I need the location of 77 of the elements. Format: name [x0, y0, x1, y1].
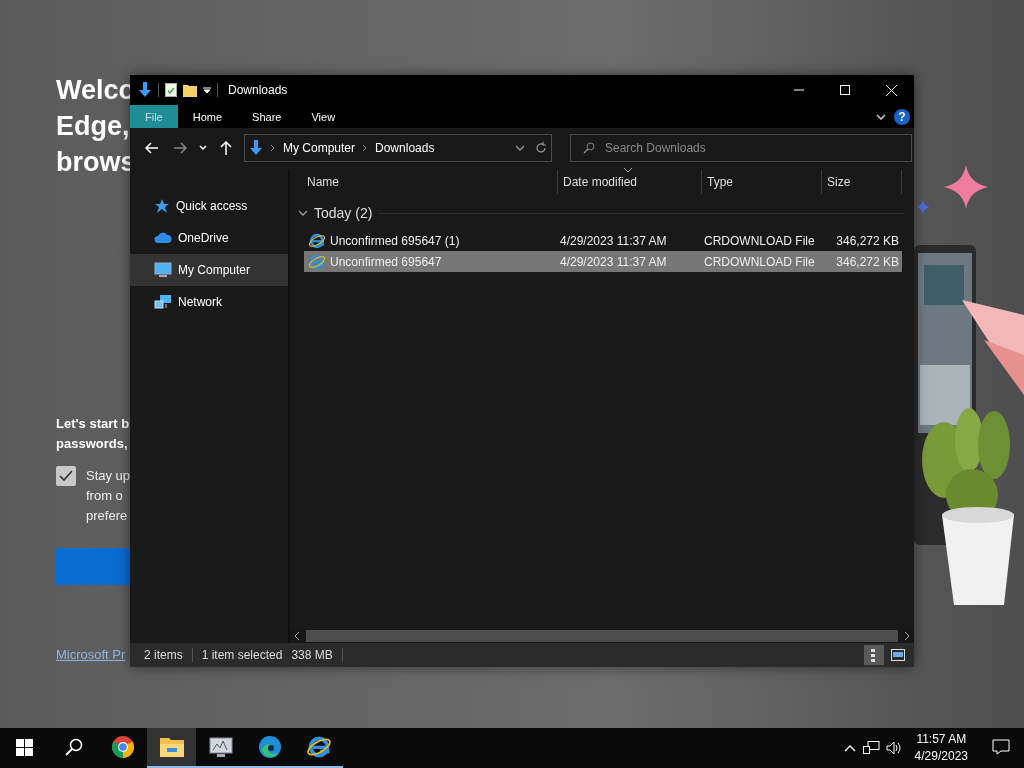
sparkle-icon	[916, 200, 930, 214]
file-row[interactable]: Unconfirmed 695647 4/29/2023 11:37 AM CRDOWNLOAD File 346,272 KB	[304, 251, 902, 272]
intro-text: passwords,	[56, 435, 129, 453]
cloud-icon	[154, 231, 172, 245]
intro-text: Let's start b	[56, 415, 130, 433]
computer-icon	[154, 262, 172, 278]
column-header[interactable]: Type	[702, 170, 822, 194]
address-bar[interactable]: My Computer Downloads	[244, 134, 552, 162]
clock[interactable]: 11:57 AM 4/29/2023	[904, 731, 978, 765]
checkbox-label: prefere	[86, 507, 129, 525]
refresh-icon[interactable]	[535, 142, 547, 154]
ie-icon	[305, 734, 332, 760]
status-text: 2 items	[144, 648, 183, 662]
window-title: Downloads	[228, 83, 288, 97]
details-view-button[interactable]	[864, 645, 884, 665]
file-name: Unconfirmed 695647	[330, 254, 442, 269]
status-text: 1 item selected	[201, 648, 283, 662]
group-header[interactable]: Today (2)	[314, 205, 373, 221]
nav-item[interactable]: My Computer	[130, 254, 288, 286]
checkbox-label: from o	[86, 487, 124, 505]
folder-icon[interactable]	[183, 83, 197, 97]
ie-file-icon	[308, 252, 326, 271]
search-box[interactable]: Search Downloads	[570, 134, 912, 162]
nav-item[interactable]: Network	[130, 286, 288, 318]
column-header[interactable]: Name	[302, 170, 558, 194]
search-field[interactable]: Search Downloads	[605, 135, 911, 161]
close-icon	[885, 84, 897, 96]
file-date: 4/29/2023 11:37 AM	[559, 233, 668, 248]
file-size: 346,272 KB	[835, 254, 900, 269]
folder-icon	[159, 736, 184, 758]
scrollbar-thumb[interactable]	[306, 630, 898, 642]
help-button[interactable]: ?	[894, 108, 910, 125]
checkbox-label: Stay up	[86, 467, 131, 485]
file-name: Unconfirmed 695647 (1)	[330, 233, 460, 248]
breadcrumb[interactable]: Downloads	[375, 141, 435, 155]
file-date: 4/29/2023 11:37 AM	[559, 254, 668, 269]
search-icon	[64, 738, 83, 756]
expand-ribbon-icon[interactable]	[876, 113, 886, 120]
download-icon	[249, 140, 263, 156]
file-type: CRDOWNLOAD File	[703, 233, 816, 248]
edge-icon	[257, 735, 282, 759]
ribbon-tab[interactable]: Home	[177, 105, 238, 128]
collapse-chevron-icon[interactable]	[298, 208, 308, 218]
network-icon[interactable]	[860, 741, 883, 755]
checkbox[interactable]	[56, 466, 76, 486]
heading-text: Edge,	[56, 110, 130, 143]
folder-taskbar-icon[interactable]	[147, 728, 196, 768]
file-size: 346,272 KB	[835, 233, 900, 248]
dropdown-icon[interactable]	[515, 145, 525, 151]
search-icon	[583, 142, 595, 154]
maximize-icon	[840, 85, 850, 95]
file-row[interactable]: Unconfirmed 695647 (1) 4/29/2023 11:37 AM CRDOWNLOAD File 346,272 KB	[304, 230, 902, 251]
breadcrumb[interactable]: My Computer	[283, 141, 356, 155]
chevron-down-icon	[199, 145, 207, 151]
download-icon[interactable]	[138, 82, 152, 98]
forward-arrow-icon	[173, 142, 187, 154]
windows-logo-icon	[16, 738, 33, 756]
speech-bubble-icon	[992, 739, 1010, 755]
ribbon-tab[interactable]: View	[296, 105, 351, 128]
ribbon-tab[interactable]: Share	[237, 105, 297, 128]
large-icons-view-icon	[891, 649, 905, 661]
file-type: CRDOWNLOAD File	[703, 254, 816, 269]
star-icon	[154, 198, 170, 214]
column-header[interactable]: Size	[822, 170, 902, 194]
network-icon	[154, 294, 172, 310]
back-arrow-icon	[145, 142, 159, 154]
nav-item[interactable]: Quick access	[130, 190, 288, 222]
breadcrumb-separator-icon	[269, 144, 277, 152]
column-header[interactable]: Date modified	[558, 170, 702, 194]
nav-item[interactable]: OneDrive	[130, 222, 288, 254]
up-arrow-icon	[220, 141, 232, 155]
monitor-icon	[208, 736, 233, 758]
ie-file-icon	[308, 231, 326, 250]
properties-icon[interactable]	[165, 83, 177, 97]
chrome-icon	[110, 735, 135, 759]
status-text: 338 MB	[291, 648, 333, 662]
sort-caret-icon	[624, 168, 632, 173]
